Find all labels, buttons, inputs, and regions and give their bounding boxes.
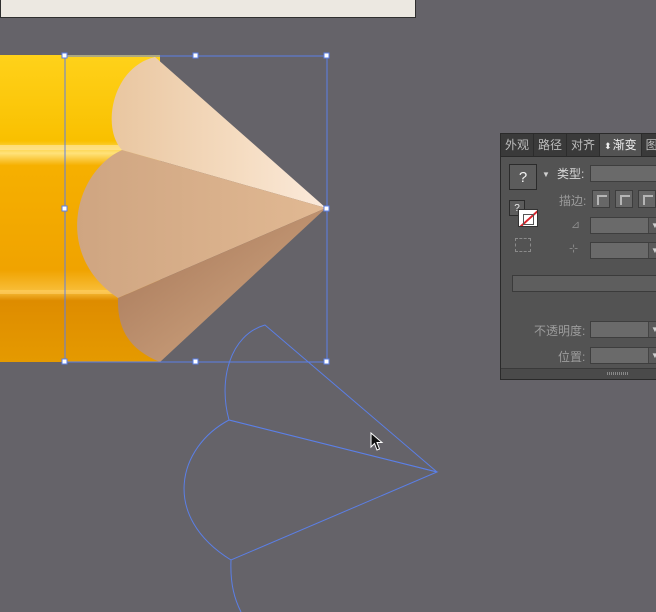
handle-top-right[interactable] xyxy=(323,52,330,59)
aspect-ratio-field[interactable]: ▼ xyxy=(590,242,656,259)
angle-icon: ⊿ xyxy=(571,219,581,231)
aspect-dropdown-icon[interactable]: ▼ xyxy=(648,243,656,258)
gradient-preview-swatch[interactable]: ? xyxy=(509,164,537,190)
handle-middle-left[interactable] xyxy=(61,205,68,212)
panel-tab-bar: 外观 路径 对齐 ⬍渐变 图 xyxy=(501,134,656,157)
tab-align[interactable]: 对齐 xyxy=(567,134,601,156)
position-dropdown-icon[interactable]: ▼ xyxy=(648,348,656,363)
stroke-icon[interactable] xyxy=(515,238,531,252)
handle-top-center[interactable] xyxy=(192,52,199,59)
tab-appearance[interactable]: 外观 xyxy=(501,134,535,156)
dragged-shape-outline xyxy=(183,324,439,612)
panel-options-arrow-icon[interactable]: ⬍ xyxy=(604,141,612,151)
swatch-dropdown-caret-icon[interactable]: ▼ xyxy=(542,170,550,179)
stroke-along-button[interactable] xyxy=(615,190,633,208)
type-label: 类型: xyxy=(557,167,585,181)
opacity-field[interactable]: ▼ xyxy=(590,321,656,338)
resize-grip-icon[interactable] xyxy=(607,372,629,375)
type-dropdown[interactable] xyxy=(590,165,656,182)
angle-dropdown-icon[interactable]: ▼ xyxy=(648,218,656,233)
tab-pathfinder[interactable]: 路径 xyxy=(534,134,568,156)
angle-field[interactable]: ▼ xyxy=(590,217,656,234)
opacity-dropdown-icon[interactable]: ▼ xyxy=(648,322,656,337)
tab-gradient-label: 渐变 xyxy=(612,138,637,152)
none-fill-swatch-icon[interactable] xyxy=(518,209,538,227)
aspect-ratio-icon: ⊹ xyxy=(569,243,579,255)
handle-top-left[interactable] xyxy=(61,52,68,59)
stroke-across-button[interactable] xyxy=(638,190,656,208)
handle-bottom-center[interactable] xyxy=(192,358,199,365)
arrow-cursor-icon xyxy=(370,432,384,451)
gradient-panel: 外观 路径 对齐 ⬍渐变 图 ? ▼ ? 类型: 描边: ⊿ ▼ ⊹ ▼ 不透明… xyxy=(500,133,656,380)
stroke-label: 描边: xyxy=(559,194,587,208)
opacity-label: 不透明度: xyxy=(534,324,586,338)
panel-resize-bar[interactable] xyxy=(501,368,656,379)
handle-bottom-right[interactable] xyxy=(323,358,330,365)
handle-bottom-left[interactable] xyxy=(61,358,68,365)
tab-graphic-styles[interactable]: 图 xyxy=(642,134,656,156)
position-field[interactable]: ▼ xyxy=(590,347,656,364)
gradient-slider[interactable] xyxy=(512,275,656,292)
handle-middle-right[interactable] xyxy=(323,205,330,212)
document-window-edge xyxy=(0,0,416,18)
position-label: 位置: xyxy=(558,350,586,364)
stroke-within-button[interactable] xyxy=(592,190,610,208)
tab-gradient[interactable]: ⬍渐变 xyxy=(600,134,642,156)
